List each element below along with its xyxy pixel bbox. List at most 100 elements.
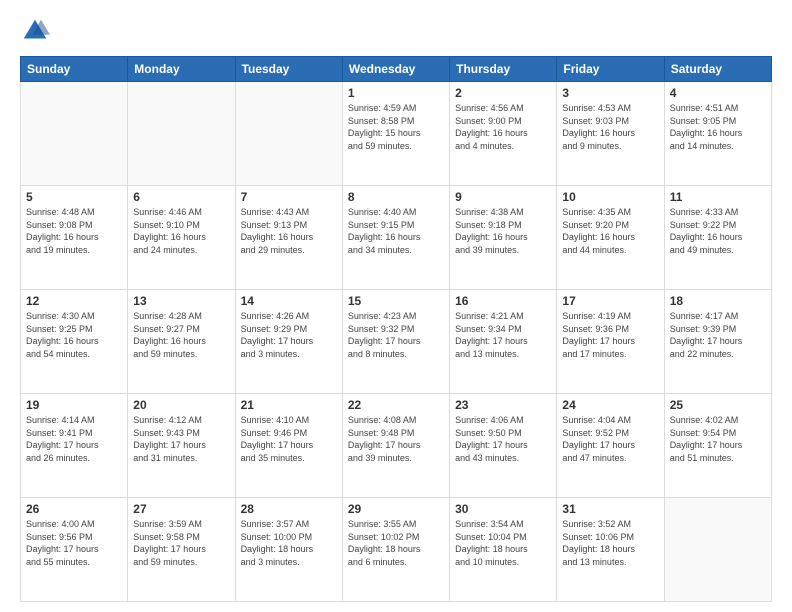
day-number: 10 [562, 190, 658, 204]
calendar-cell: 18 Sunrise: 4:17 AM Sunset: 9:39 PM Dayli… [664, 290, 771, 394]
day-number: 30 [455, 502, 551, 516]
day-info: Sunrise: 4:26 AM Sunset: 9:29 PM Dayligh… [241, 310, 337, 360]
day-number: 5 [26, 190, 122, 204]
header [20, 16, 772, 46]
day-info: Sunrise: 4:23 AM Sunset: 9:32 PM Dayligh… [348, 310, 444, 360]
calendar-cell: 13Sunrise: 4:28 AM Sunset: 9:27 PM Dayli… [128, 290, 235, 394]
calendar-table: SundayMondayTuesdayWednesdayThursdayFrid… [20, 56, 772, 602]
calendar-cell: 17 Sunrise: 4:19 AM Sunset: 9:36 PM Dayli… [557, 290, 664, 394]
day-info: Sunrise: 4:51 AM Sunset: 9:05 PM Dayligh… [670, 102, 766, 152]
day-number: 29 [348, 502, 444, 516]
day-info: Sunrise: 4:00 AM Sunset: 9:56 PM Dayligh… [26, 518, 122, 568]
day-number: 21 [241, 398, 337, 412]
week-row-0: 1 Sunrise: 4:59 AM Sunset: 8:58 PM Daylig… [21, 82, 772, 186]
calendar-body: 1 Sunrise: 4:59 AM Sunset: 8:58 PM Daylig… [21, 82, 772, 602]
calendar-cell: 3 Sunrise: 4:53 AM Sunset: 9:03 PM Daylig… [557, 82, 664, 186]
calendar-cell: 23Sunrise: 4:06 AM Sunset: 9:50 PM Dayli… [450, 394, 557, 498]
calendar-cell: 11 Sunrise: 4:33 AM Sunset: 9:22 PM Dayli… [664, 186, 771, 290]
day-info: Sunrise: 4:12 AM Sunset: 9:43 PM Dayligh… [133, 414, 229, 464]
calendar-cell: 29 Sunrise: 3:55 AM Sunset: 10:02 PM Dayl… [342, 498, 449, 602]
calendar-cell: 7Sunrise: 4:43 AM Sunset: 9:13 PM Daylig… [235, 186, 342, 290]
day-info: Sunrise: 4:30 AM Sunset: 9:25 PM Dayligh… [26, 310, 122, 360]
day-number: 12 [26, 294, 122, 308]
day-info: Sunrise: 4:17 AM Sunset: 9:39 PM Dayligh… [670, 310, 766, 360]
day-info: Sunrise: 3:57 AM Sunset: 10:00 PM Daylig… [241, 518, 337, 568]
day-number: 14 [241, 294, 337, 308]
calendar-cell: 27 Sunrise: 3:59 AM Sunset: 9:58 PM Dayli… [128, 498, 235, 602]
day-number: 31 [562, 502, 658, 516]
day-info: Sunrise: 3:54 AM Sunset: 10:04 PM Daylig… [455, 518, 551, 568]
day-number: 15 [348, 294, 444, 308]
day-info: Sunrise: 4:40 AM Sunset: 9:15 PM Dayligh… [348, 206, 444, 256]
day-number: 17 [562, 294, 658, 308]
calendar-cell: 15 Sunrise: 4:23 AM Sunset: 9:32 PM Dayli… [342, 290, 449, 394]
day-number: 20 [133, 398, 229, 412]
calendar-cell: 2 Sunrise: 4:56 AM Sunset: 9:00 PM Daylig… [450, 82, 557, 186]
day-info: Sunrise: 4:53 AM Sunset: 9:03 PM Dayligh… [562, 102, 658, 152]
day-info: Sunrise: 4:10 AM Sunset: 9:46 PM Dayligh… [241, 414, 337, 464]
day-number: 22 [348, 398, 444, 412]
day-number: 4 [670, 86, 766, 100]
calendar-cell: 21 Sunrise: 4:10 AM Sunset: 9:46 PM Dayli… [235, 394, 342, 498]
day-number: 11 [670, 190, 766, 204]
day-number: 13 [133, 294, 229, 308]
week-row-3: 19 Sunrise: 4:14 AM Sunset: 9:41 PM Dayli… [21, 394, 772, 498]
calendar-cell [235, 82, 342, 186]
calendar-cell: 14 Sunrise: 4:26 AM Sunset: 9:29 PM Dayli… [235, 290, 342, 394]
day-info: Sunrise: 4:35 AM Sunset: 9:20 PM Dayligh… [562, 206, 658, 256]
calendar-cell: 9Sunrise: 4:38 AM Sunset: 9:18 PM Daylig… [450, 186, 557, 290]
day-info: Sunrise: 4:59 AM Sunset: 8:58 PM Dayligh… [348, 102, 444, 152]
day-number: 27 [133, 502, 229, 516]
day-number: 8 [348, 190, 444, 204]
calendar-cell [21, 82, 128, 186]
weekday-header-friday: Friday [557, 57, 664, 82]
day-number: 19 [26, 398, 122, 412]
day-info: Sunrise: 3:52 AM Sunset: 10:06 PM Daylig… [562, 518, 658, 568]
day-info: Sunrise: 4:43 AM Sunset: 9:13 PM Dayligh… [241, 206, 337, 256]
day-number: 2 [455, 86, 551, 100]
day-info: Sunrise: 3:55 AM Sunset: 10:02 PM Daylig… [348, 518, 444, 568]
day-info: Sunrise: 4:56 AM Sunset: 9:00 PM Dayligh… [455, 102, 551, 152]
day-info: Sunrise: 4:02 AM Sunset: 9:54 PM Dayligh… [670, 414, 766, 464]
calendar-cell: 1 Sunrise: 4:59 AM Sunset: 8:58 PM Daylig… [342, 82, 449, 186]
day-number: 1 [348, 86, 444, 100]
page: SundayMondayTuesdayWednesdayThursdayFrid… [0, 0, 792, 612]
calendar-cell: 28Sunrise: 3:57 AM Sunset: 10:00 PM Dayl… [235, 498, 342, 602]
day-info: Sunrise: 4:06 AM Sunset: 9:50 PM Dayligh… [455, 414, 551, 464]
day-info: Sunrise: 4:14 AM Sunset: 9:41 PM Dayligh… [26, 414, 122, 464]
day-info: Sunrise: 4:46 AM Sunset: 9:10 PM Dayligh… [133, 206, 229, 256]
calendar-cell: 16 Sunrise: 4:21 AM Sunset: 9:34 PM Dayli… [450, 290, 557, 394]
weekday-header-tuesday: Tuesday [235, 57, 342, 82]
day-info: Sunrise: 4:08 AM Sunset: 9:48 PM Dayligh… [348, 414, 444, 464]
day-number: 9 [455, 190, 551, 204]
day-info: Sunrise: 4:33 AM Sunset: 9:22 PM Dayligh… [670, 206, 766, 256]
day-number: 6 [133, 190, 229, 204]
calendar-cell: 25 Sunrise: 4:02 AM Sunset: 9:54 PM Dayli… [664, 394, 771, 498]
calendar-cell [664, 498, 771, 602]
day-number: 3 [562, 86, 658, 100]
day-info: Sunrise: 4:21 AM Sunset: 9:34 PM Dayligh… [455, 310, 551, 360]
week-row-4: 26Sunrise: 4:00 AM Sunset: 9:56 PM Dayli… [21, 498, 772, 602]
logo [20, 16, 54, 46]
week-row-1: 5Sunrise: 4:48 AM Sunset: 9:08 PM Daylig… [21, 186, 772, 290]
day-number: 18 [670, 294, 766, 308]
weekday-header-row: SundayMondayTuesdayWednesdayThursdayFrid… [21, 57, 772, 82]
day-info: Sunrise: 3:59 AM Sunset: 9:58 PM Dayligh… [133, 518, 229, 568]
calendar-cell: 19 Sunrise: 4:14 AM Sunset: 9:41 PM Dayli… [21, 394, 128, 498]
calendar-cell: 31 Sunrise: 3:52 AM Sunset: 10:06 PM Dayl… [557, 498, 664, 602]
calendar-cell: 8 Sunrise: 4:40 AM Sunset: 9:15 PM Daylig… [342, 186, 449, 290]
calendar-cell: 22 Sunrise: 4:08 AM Sunset: 9:48 PM Dayli… [342, 394, 449, 498]
calendar-cell: 6 Sunrise: 4:46 AM Sunset: 9:10 PM Daylig… [128, 186, 235, 290]
calendar-cell: 4 Sunrise: 4:51 AM Sunset: 9:05 PM Daylig… [664, 82, 771, 186]
calendar-cell [128, 82, 235, 186]
day-number: 25 [670, 398, 766, 412]
weekday-header-monday: Monday [128, 57, 235, 82]
weekday-header-saturday: Saturday [664, 57, 771, 82]
calendar-cell: 30 Sunrise: 3:54 AM Sunset: 10:04 PM Dayl… [450, 498, 557, 602]
weekday-header-sunday: Sunday [21, 57, 128, 82]
day-info: Sunrise: 4:04 AM Sunset: 9:52 PM Dayligh… [562, 414, 658, 464]
day-number: 16 [455, 294, 551, 308]
weekday-header-wednesday: Wednesday [342, 57, 449, 82]
weekday-header-thursday: Thursday [450, 57, 557, 82]
day-info: Sunrise: 4:19 AM Sunset: 9:36 PM Dayligh… [562, 310, 658, 360]
